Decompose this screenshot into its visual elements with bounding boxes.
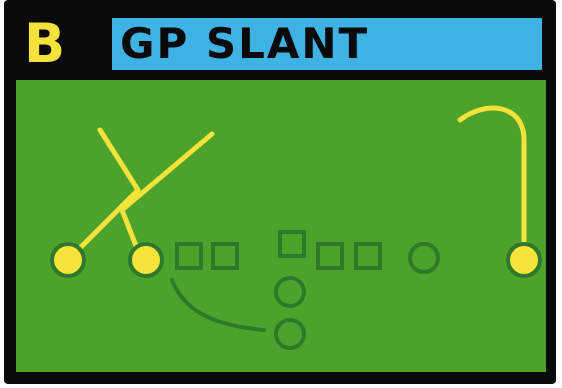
lineman-square <box>354 242 382 270</box>
tight-end-circle <box>408 242 440 274</box>
receiver-right <box>506 242 542 278</box>
route-lines <box>65 105 527 263</box>
route-left-slant <box>65 127 141 263</box>
formation-letter: B <box>24 12 66 75</box>
route-right-curl <box>457 105 527 255</box>
running-back-circle <box>274 318 306 350</box>
quarterback-circle <box>274 276 306 308</box>
route-back-swing <box>170 278 266 332</box>
play-header: B GP SLANT <box>16 14 544 72</box>
play-card[interactable]: B GP SLANT <box>4 0 556 384</box>
lineman-square <box>175 242 203 270</box>
backfield <box>274 276 306 350</box>
lineman-square <box>211 242 239 270</box>
field-diagram <box>16 80 546 372</box>
receiver-slot <box>128 242 164 278</box>
offensive-line <box>175 230 440 274</box>
lineman-square <box>278 230 306 258</box>
play-title-bar: GP SLANT <box>112 18 542 70</box>
receiver-left <box>50 242 86 278</box>
receivers <box>50 242 542 278</box>
backfield-route <box>170 278 266 332</box>
play-name: GP SLANT <box>120 19 370 68</box>
lineman-square <box>316 242 344 270</box>
